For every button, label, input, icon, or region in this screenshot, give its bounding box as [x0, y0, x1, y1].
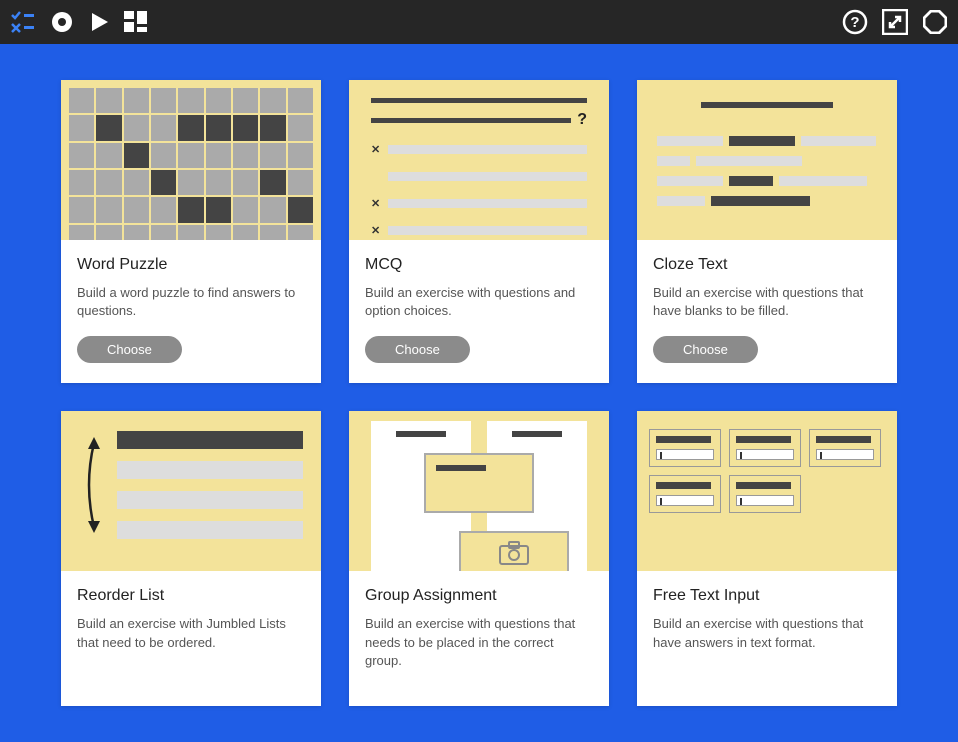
- svg-text:?: ?: [850, 14, 859, 31]
- card-reorder-list: Reorder List Build an exercise with Jumb…: [61, 411, 321, 706]
- choose-button[interactable]: Choose: [77, 336, 182, 363]
- toolbar: ?: [0, 0, 958, 44]
- card-cloze-text: Cloze Text Build an exercise with questi…: [637, 80, 897, 383]
- card-title: Cloze Text: [653, 256, 881, 274]
- grid-icon[interactable]: [124, 11, 148, 33]
- illustration-reorder: [61, 411, 321, 571]
- card-title: MCQ: [365, 256, 593, 274]
- checklist-icon[interactable]: [10, 10, 36, 34]
- toolbar-left: [10, 10, 148, 34]
- stop-icon[interactable]: [922, 9, 948, 35]
- card-title: Group Assignment: [365, 587, 593, 605]
- card-desc: Build an exercise with questions that ha…: [653, 284, 881, 320]
- card-title: Free Text Input: [653, 587, 881, 605]
- card-desc: Build an exercise with questions and opt…: [365, 284, 593, 320]
- play-icon[interactable]: [88, 11, 110, 33]
- card-title: Word Puzzle: [77, 256, 305, 274]
- card-grid: Word Puzzle Build a word puzzle to find …: [0, 44, 958, 742]
- card-mcq: ? ✕ ✕ ✕ ✕ MCQ Build an exercise with que…: [349, 80, 609, 383]
- illustration-word-puzzle: [61, 80, 321, 240]
- card-word-puzzle: Word Puzzle Build a word puzzle to find …: [61, 80, 321, 383]
- illustration-free-text: [637, 411, 897, 571]
- card-group-assignment: Group Assignment Build an exercise with …: [349, 411, 609, 706]
- card-desc: Build an exercise with Jumbled Lists tha…: [77, 615, 305, 651]
- card-free-text-input: Free Text Input Build an exercise with q…: [637, 411, 897, 706]
- illustration-cloze: [637, 80, 897, 240]
- illustration-mcq: ? ✕ ✕ ✕ ✕: [349, 80, 609, 240]
- fullscreen-icon[interactable]: [882, 9, 908, 35]
- card-title: Reorder List: [77, 587, 305, 605]
- choose-button[interactable]: Choose: [365, 336, 470, 363]
- help-icon[interactable]: ?: [842, 9, 868, 35]
- toolbar-right: ?: [842, 9, 948, 35]
- record-icon[interactable]: [50, 10, 74, 34]
- card-desc: Build an exercise with questions that ha…: [653, 615, 881, 651]
- choose-button[interactable]: Choose: [653, 336, 758, 363]
- card-desc: Build a word puzzle to find answers to q…: [77, 284, 305, 320]
- card-desc: Build an exercise with questions that ne…: [365, 615, 593, 670]
- illustration-group: [349, 411, 609, 571]
